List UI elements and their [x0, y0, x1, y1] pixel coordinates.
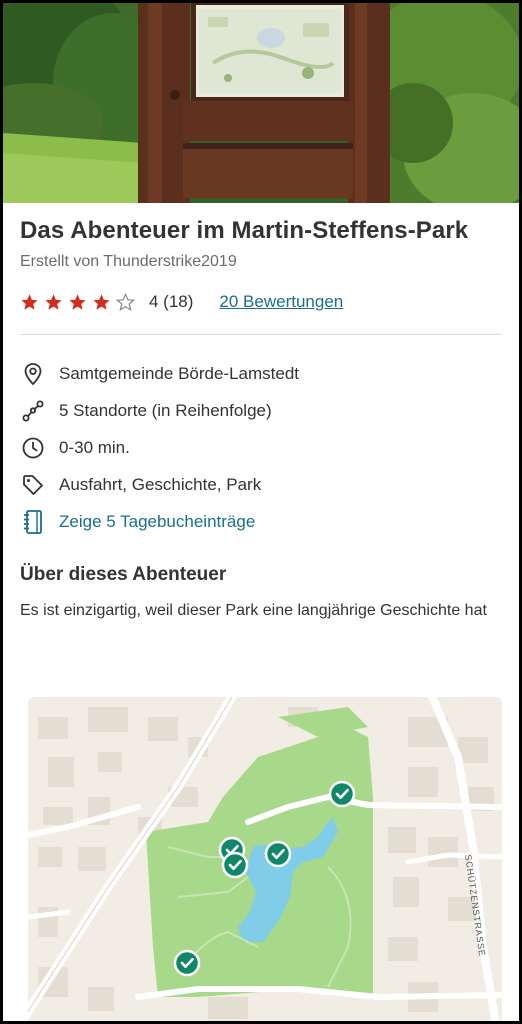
reviews-link[interactable]: 20 Bewertungen — [219, 292, 343, 312]
location-row: Samtgemeinde Börde-Lamstedt — [20, 355, 502, 392]
check-marker-icon[interactable] — [328, 780, 356, 808]
duration-row: 0-30 min. — [20, 429, 502, 466]
location-text: Samtgemeinde Börde-Lamstedt — [59, 363, 300, 383]
journal-icon — [20, 509, 46, 535]
divider — [20, 334, 502, 335]
adventure-title: Das Abenteuer im Martin-Steffens-Park — [20, 217, 469, 244]
check-marker-icon[interactable] — [173, 949, 201, 977]
stops-row: 5 Standorte (in Reihenfolge) — [20, 392, 502, 429]
rating-summary: 4 (18) — [149, 292, 194, 311]
app-screen: Das Abenteuer im Martin-Steffens-Park Er… — [3, 3, 519, 1021]
star-filled-icon — [45, 293, 62, 310]
star-filled-icon — [69, 293, 86, 310]
star-rating — [20, 292, 135, 312]
adventure-map[interactable]: SCHÜTZENSTRASSE — [28, 697, 502, 1021]
star-filled-icon — [21, 293, 38, 310]
hero-photo — [3, 3, 519, 203]
about-heading: Über dieses Abenteuer — [20, 564, 227, 585]
journal-row[interactable]: Zeige 5 Tagebucheinträge — [20, 503, 502, 540]
creator-text: Erstellt von Thunderstrike2019 — [20, 253, 237, 270]
info-list: Samtgemeinde Börde-Lamstedt 5 Standorte … — [20, 355, 502, 540]
tags-text: Ausfahrt, Geschichte, Park — [59, 474, 262, 494]
star-empty-icon — [116, 292, 135, 311]
duration-text: 0-30 min. — [59, 437, 130, 457]
clock-icon — [20, 435, 46, 461]
tag-icon — [20, 472, 46, 498]
route-icon — [20, 398, 46, 424]
adventure-details: Das Abenteuer im Martin-Steffens-Park Er… — [20, 203, 502, 623]
check-marker-icon[interactable] — [221, 851, 249, 879]
star-filled-icon — [93, 293, 110, 310]
check-marker-icon[interactable] — [264, 840, 292, 868]
journal-link[interactable]: Zeige 5 Tagebucheinträge — [59, 512, 255, 532]
stops-text: 5 Standorte (in Reihenfolge) — [59, 400, 272, 420]
map-pin-icon — [20, 361, 46, 387]
about-text: Es ist einzigartig, weil dieser Park ein… — [20, 602, 487, 619]
rating-row: 4 (18) 20 Bewertungen — [20, 289, 502, 315]
tags-row: Ausfahrt, Geschichte, Park — [20, 466, 502, 503]
